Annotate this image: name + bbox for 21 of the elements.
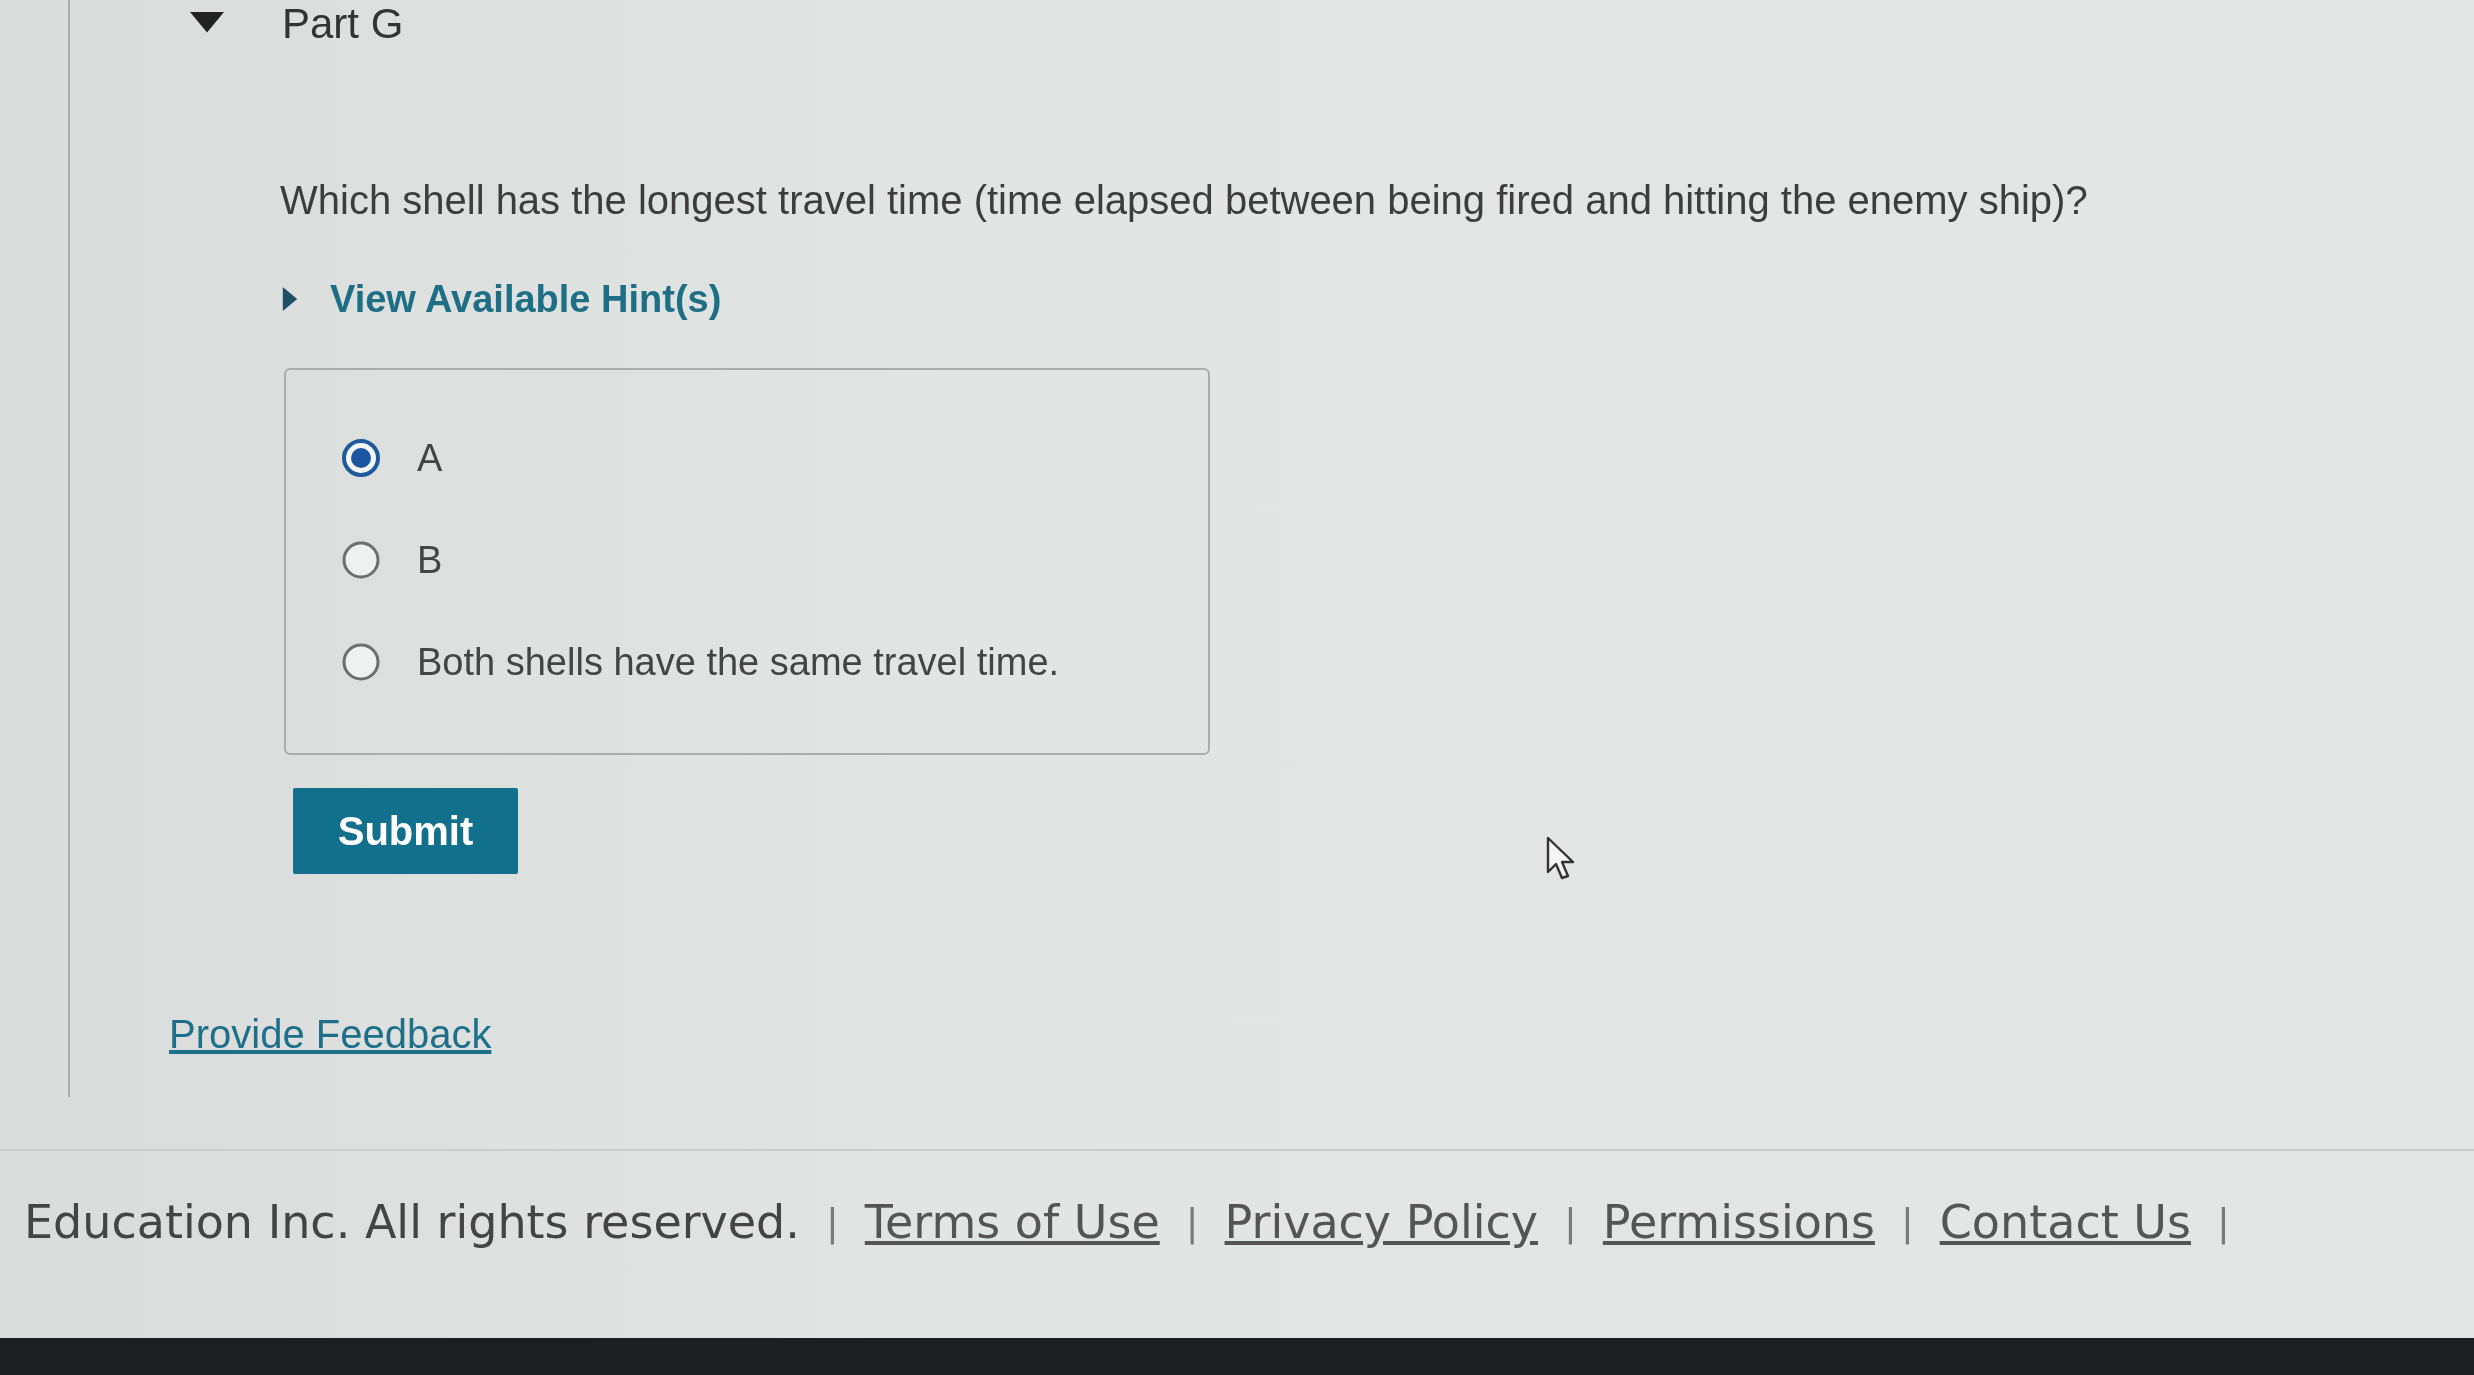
footer-link[interactable]: Terms of Use: [864, 1195, 1160, 1249]
footer-separator: |: [1900, 1200, 1914, 1244]
footer-separator: |: [1564, 1200, 1577, 1244]
option-label[interactable]: B: [417, 538, 443, 582]
footer-link[interactable]: Privacy Policy: [1224, 1195, 1539, 1249]
radio-button[interactable]: [341, 438, 381, 478]
radio-button[interactable]: [341, 540, 381, 580]
copyright-text: Education Inc. All rights reserved.: [24, 1195, 800, 1249]
footer-link[interactable]: Permissions: [1602, 1195, 1875, 1249]
footer-separator: |: [2217, 1200, 2230, 1244]
question-text: Which shell has the longest travel time (time elapsed between being fired and hitting the enemy ship)?: [280, 177, 2088, 224]
footer-link[interactable]: Contact Us: [1939, 1195, 2191, 1249]
option-label[interactable]: A: [417, 436, 443, 480]
hints-toggle[interactable]: View Available Hint(s): [278, 276, 722, 322]
feedback-link[interactable]: Provide Feedback: [169, 1010, 492, 1058]
option-label[interactable]: Both shells have the same travel time.: [417, 640, 1060, 684]
footer-separator: |: [1185, 1200, 1199, 1244]
submit-button[interactable]: Submit: [293, 788, 518, 874]
footer-separator: |: [825, 1200, 839, 1244]
part-title: Part G: [282, 0, 404, 48]
radio-button[interactable]: [341, 642, 381, 682]
